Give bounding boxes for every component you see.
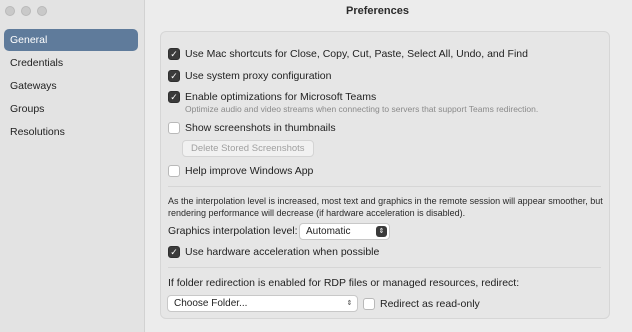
teams-optimizations-option[interactable]: ✓ Enable optimizations for Microsoft Tea… [168,91,376,103]
teams-optimizations-description: Optimize audio and video streams when co… [185,104,539,114]
screenshots-thumbnails-checkbox[interactable] [168,122,180,134]
folder-redirect-label: If folder redirection is enabled for RDP… [168,277,520,289]
system-proxy-label: Use system proxy configuration [185,70,332,82]
window-title: Preferences [346,5,409,17]
hardware-acceleration-label: Use hardware acceleration when possible [185,246,380,258]
mac-shortcuts-option[interactable]: ✓ Use Mac shortcuts for Close, Copy, Cut… [168,48,528,60]
help-improve-checkbox[interactable] [168,165,180,177]
minimize-window-button[interactable] [21,6,31,16]
interpolation-value: Automatic [306,226,351,237]
checkmark-icon: ✓ [170,246,178,257]
up-down-chevron-icon: ⇕ [346,300,353,307]
sidebar-nav: General Credentials Gateways Groups Reso… [4,29,138,144]
hardware-acceleration-checkbox[interactable]: ✓ [168,246,180,258]
checkmark-icon: ✓ [170,70,178,81]
interpolation-row: Graphics interpolation level: [168,225,298,237]
zoom-window-button[interactable] [37,6,47,16]
checkmark-icon: ✓ [170,91,178,102]
teams-optimizations-label: Enable optimizations for Microsoft Teams [185,91,377,103]
delete-screenshots-button[interactable]: Delete Stored Screenshots [182,140,314,157]
interpolation-select[interactable]: Automatic ⇕ [299,223,390,240]
choose-folder-value: Choose Folder... [174,298,248,309]
help-improve-label: Help improve Windows App [185,165,314,177]
hardware-acceleration-option[interactable]: ✓ Use hardware acceleration when possibl… [168,246,379,258]
interpolation-label: Graphics interpolation level: [168,225,298,237]
system-proxy-checkbox[interactable]: ✓ [168,70,180,82]
system-proxy-option[interactable]: ✓ Use system proxy configuration [168,70,331,82]
read-only-label: Redirect as read-only [380,298,480,310]
sidebar-item-groups[interactable]: Groups [4,98,138,120]
general-settings-panel: ✓ Use Mac shortcuts for Close, Copy, Cut… [160,31,610,319]
choose-folder-select[interactable]: Choose Folder... ⇕ [167,295,358,312]
window-controls [5,6,47,16]
sidebar-item-credentials[interactable]: Credentials [4,52,138,74]
teams-optimizations-checkbox[interactable]: ✓ [168,91,180,103]
interpolation-note: As the interpolation level is increased,… [168,196,603,218]
mac-shortcuts-checkbox[interactable]: ✓ [168,48,180,60]
sidebar-item-general[interactable]: General [4,29,138,51]
help-improve-option[interactable]: Help improve Windows App [168,165,313,177]
folder-redirect-row: If folder redirection is enabled for RDP… [168,277,519,289]
close-window-button[interactable] [5,6,15,16]
divider [168,267,601,268]
preferences-window: General Credentials Gateways Groups Reso… [0,0,632,332]
screenshots-thumbnails-label: Show screenshots in thumbnails [185,122,336,134]
screenshots-thumbnails-option[interactable]: Show screenshots in thumbnails [168,122,336,134]
sidebar-item-resolutions[interactable]: Resolutions [4,121,138,143]
sidebar: General Credentials Gateways Groups Reso… [0,0,145,332]
read-only-checkbox[interactable] [363,298,375,310]
up-down-chevron-icon: ⇕ [376,226,387,237]
checkmark-icon: ✓ [170,48,178,59]
read-only-option[interactable]: Redirect as read-only [363,298,480,310]
mac-shortcuts-label: Use Mac shortcuts for Close, Copy, Cut, … [185,48,528,60]
divider [168,186,601,187]
sidebar-item-gateways[interactable]: Gateways [4,75,138,97]
